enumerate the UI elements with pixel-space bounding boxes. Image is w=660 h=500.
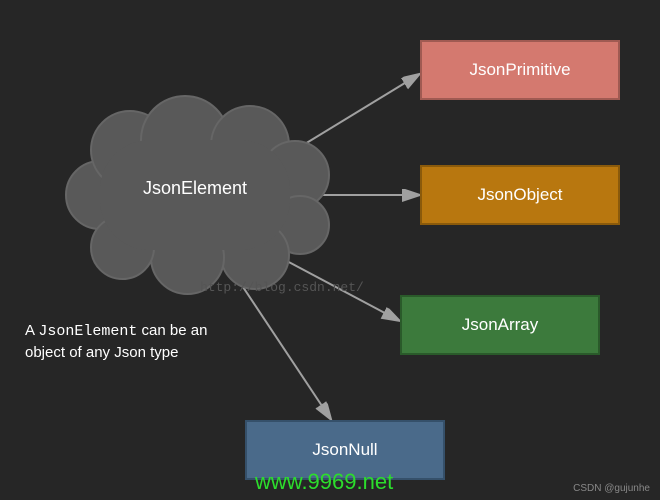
watermark-site: www.9969.net (255, 469, 393, 495)
json-primitive-node: JsonPrimitive (420, 40, 620, 100)
json-object-node: JsonObject (420, 165, 620, 225)
json-element-label: JsonElement (80, 178, 310, 199)
credit-text: CSDN @gujunhe (573, 483, 650, 494)
watermark-csdn: http://blog.csdn.net/ (200, 280, 364, 295)
box-label: JsonPrimitive (469, 60, 570, 80)
json-element-node: JsonElement (80, 120, 310, 270)
box-label: JsonNull (312, 440, 377, 460)
box-label: JsonArray (462, 315, 539, 335)
json-array-node: JsonArray (400, 295, 600, 355)
diagram-caption: A JsonElement can be an object of any Js… (25, 320, 225, 363)
box-label: JsonObject (477, 185, 562, 205)
